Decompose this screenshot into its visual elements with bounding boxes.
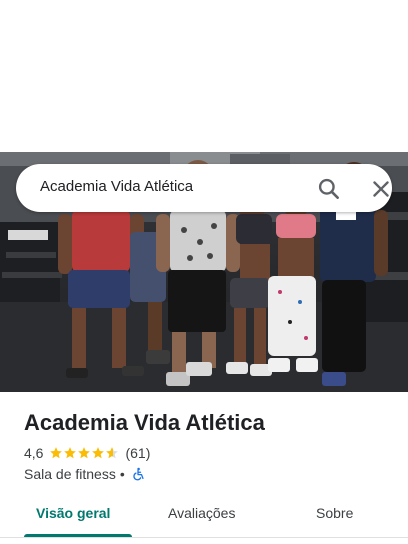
star-icon — [50, 447, 63, 459]
category-row: Sala de fitness • — [24, 465, 145, 483]
place-title: Academia Vida Atlética — [24, 410, 265, 435]
place-tabs: Visão geral Avaliações Sobre — [0, 496, 408, 544]
close-icon[interactable] — [368, 176, 394, 202]
separator-dot: • — [119, 466, 125, 482]
star-rating — [49, 446, 119, 460]
search-bar[interactable]: Academia Vida Atlética — [16, 164, 392, 212]
wheelchair-icon — [131, 467, 145, 481]
tab-about[interactable]: Sobre — [316, 505, 353, 521]
tab-reviews[interactable]: Avaliações — [168, 505, 235, 521]
search-query-text[interactable]: Academia Vida Atlética — [40, 178, 193, 195]
blank-header-area — [0, 0, 408, 152]
star-icon — [106, 447, 119, 459]
rating-value: 4,6 — [24, 445, 44, 461]
review-count[interactable]: (61) — [125, 445, 150, 461]
tab-overview[interactable]: Visão geral — [36, 505, 110, 521]
search-icon[interactable] — [316, 176, 342, 202]
star-icon — [78, 447, 91, 459]
rating-row[interactable]: 4,6 (61) — [24, 444, 150, 462]
place-category: Sala de fitness — [24, 466, 116, 482]
star-icon — [64, 447, 77, 459]
tabs-divider — [0, 537, 408, 538]
star-icon — [92, 447, 105, 459]
